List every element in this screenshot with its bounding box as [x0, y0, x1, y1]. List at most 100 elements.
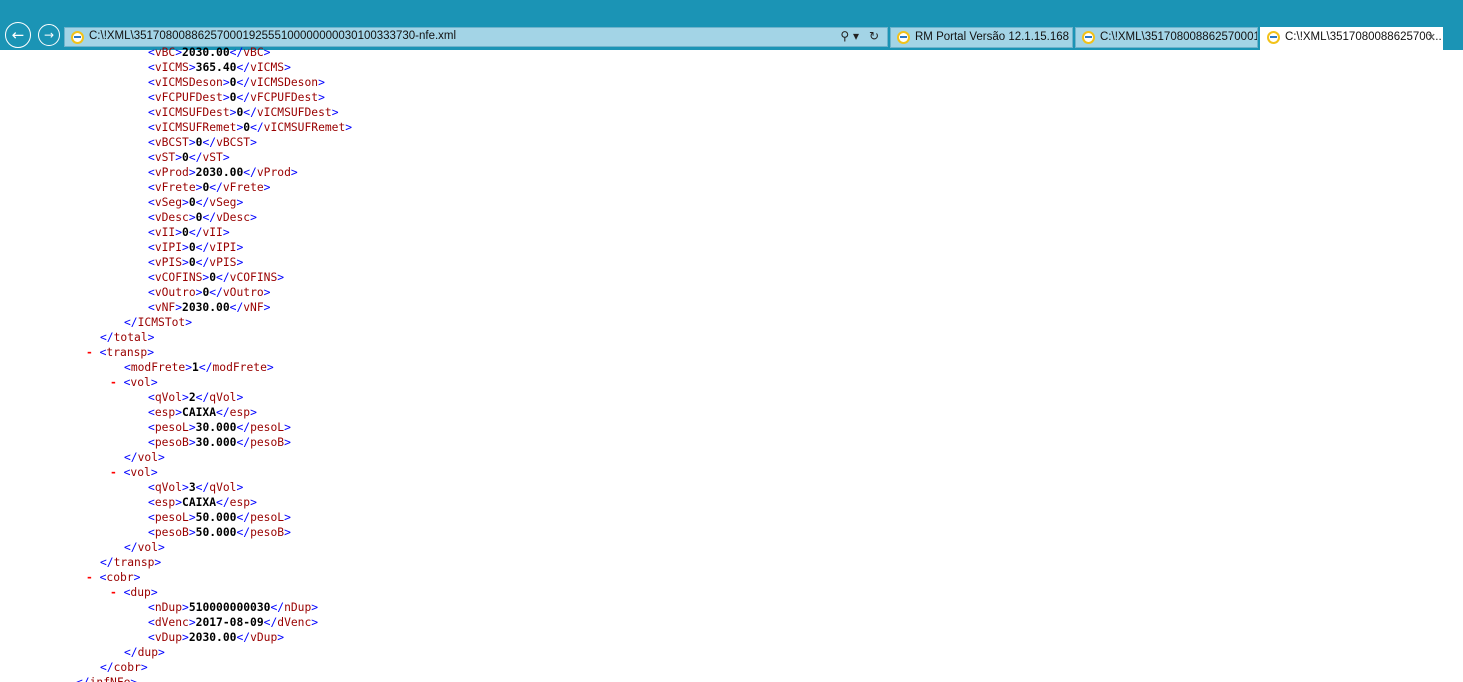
xml-tag-name: vol [130, 376, 151, 389]
xml-bracket: </ [216, 271, 230, 284]
xml-tag-name: pesoB [154, 526, 189, 539]
xml-bracket: < [148, 496, 155, 509]
xml-tag-name: vII [202, 226, 223, 239]
xml-line: <esp>CAIXA</esp> [148, 495, 257, 510]
xml-tag-name: vFrete [222, 181, 264, 194]
xml-bracket: < [148, 526, 155, 539]
xml-bracket: < [148, 61, 155, 74]
xml-bracket: > [250, 211, 257, 224]
xml-bracket: > [263, 46, 271, 59]
xml-line: <vDesc>0</vDesc> [148, 210, 257, 225]
xml-tag-name: nDup [154, 601, 183, 614]
xml-line: <vICMSUFRemet>0</vICMSUFRemet> [148, 120, 352, 135]
xml-tag-name: vICMSUFRemet [154, 121, 237, 134]
xml-line: <vOutro>0</vOutro> [148, 285, 270, 300]
xml-bracket: </ [100, 331, 114, 344]
xml-line: </total> [100, 330, 154, 345]
collapse-toggle[interactable]: - [110, 376, 124, 389]
xml-bracket: > [188, 616, 196, 629]
xml-line: <vSeg>0</vSeg> [148, 195, 243, 210]
xml-bracket: < [148, 121, 155, 134]
xml-tag-name: esp [229, 496, 251, 509]
xml-line: <vICMSDeson>0</vICMSDeson> [148, 75, 325, 90]
xml-document-view: <vBC>2030.00</vBC> <vICMS>365.40</vICMS> <… [0, 42, 1463, 682]
xml-bracket: > [150, 586, 158, 599]
xml-value: 365.40 [195, 61, 237, 74]
xml-value: 0 [188, 241, 196, 254]
xml-bracket: > [284, 526, 291, 539]
xml-value: CAIXA [182, 496, 217, 509]
xml-bracket: </ [76, 676, 90, 682]
xml-bracket: > [182, 481, 189, 494]
xml-bracket: </ [236, 91, 251, 104]
xml-line: <modFrete>1</modFrete> [124, 360, 274, 375]
xml-bracket: < [148, 511, 155, 524]
xml-bracket: < [148, 286, 155, 299]
xml-bracket: > [263, 301, 271, 314]
xml-line[interactable]: - <transp> [86, 345, 154, 360]
xml-line[interactable]: - <dup> [110, 585, 158, 600]
xml-line: <pesoL>50.000</pesoL> [148, 510, 291, 525]
xml-value: 0 [188, 256, 196, 269]
xml-bracket: </ [198, 361, 213, 374]
xml-bracket: </ [236, 421, 251, 434]
xml-value: 2030.00 [188, 631, 237, 644]
xml-value: 3 [188, 481, 196, 494]
xml-line: <pesoB>50.000</pesoB> [148, 525, 291, 540]
xml-bracket: < [148, 91, 155, 104]
xml-value: 2030.00 [195, 166, 244, 179]
xml-line: <pesoB>30.000</pesoB> [148, 435, 291, 450]
xml-bracket: < [148, 136, 155, 149]
xml-bracket: > [250, 496, 257, 509]
xml-line[interactable]: - <vol> [110, 465, 158, 480]
xml-bracket: > [222, 76, 230, 89]
xml-bracket: < [148, 601, 155, 614]
xml-line: </cobr> [100, 660, 148, 675]
xml-bracket: > [318, 76, 325, 89]
xml-tag-name: vBCST [216, 136, 251, 149]
collapse-toggle[interactable]: - [110, 586, 124, 599]
xml-value: 510000000030 [188, 601, 271, 614]
xml-tag-name: dVenc [277, 616, 312, 629]
xml-bracket: > [345, 121, 353, 134]
xml-bracket: </ [195, 196, 210, 209]
xml-tag-name: total [113, 331, 148, 344]
collapse-toggle[interactable]: - [86, 571, 100, 584]
xml-bracket: > [154, 556, 162, 569]
search-icon[interactable]: ⚲ ▾ [840, 29, 859, 43]
xml-tag-name: vFCPUFDest [154, 91, 223, 104]
xml-bracket: > [266, 361, 274, 374]
xml-bracket: > [188, 61, 196, 74]
xml-line[interactable]: - <cobr> [86, 570, 140, 585]
xml-bracket: > [222, 151, 230, 164]
xml-bracket: > [150, 376, 158, 389]
xml-bracket: > [250, 136, 257, 149]
xml-value: 0 [182, 151, 189, 164]
xml-tag-name: qVol [154, 391, 183, 404]
xml-tag-name: pesoL [154, 421, 189, 434]
collapse-toggle[interactable]: - [86, 346, 100, 359]
xml-bracket: > [236, 241, 244, 254]
xml-bracket: </ [229, 301, 244, 314]
collapse-toggle[interactable]: - [110, 466, 124, 479]
xml-tag-name: vBCST [154, 136, 189, 149]
refresh-icon[interactable]: ↻ [869, 29, 879, 43]
xml-tag-name: vNF [154, 301, 176, 314]
xml-bracket: > [236, 391, 244, 404]
xml-line[interactable]: - <vol> [110, 375, 158, 390]
xml-bracket: > [284, 436, 291, 449]
xml-bracket: > [236, 256, 244, 269]
xml-bracket: </ [100, 661, 114, 674]
xml-value: 2030.00 [182, 46, 230, 59]
xml-bracket: > [188, 436, 196, 449]
xml-tag-name: vCOFINS [154, 271, 203, 284]
xml-bracket: > [175, 46, 183, 59]
xml-tag-name: vProd [154, 166, 189, 179]
xml-tag-name: nDup [284, 601, 312, 614]
xml-bracket: > [182, 241, 189, 254]
xml-tag-name: infNFe [90, 676, 131, 682]
xml-line: <vDup>2030.00</vDup> [148, 630, 284, 645]
xml-bracket: < [148, 241, 155, 254]
xml-tag-name: vBC [154, 46, 176, 59]
address-url[interactable]: C:\!XML\35170800886257000192555100000000… [89, 30, 456, 42]
